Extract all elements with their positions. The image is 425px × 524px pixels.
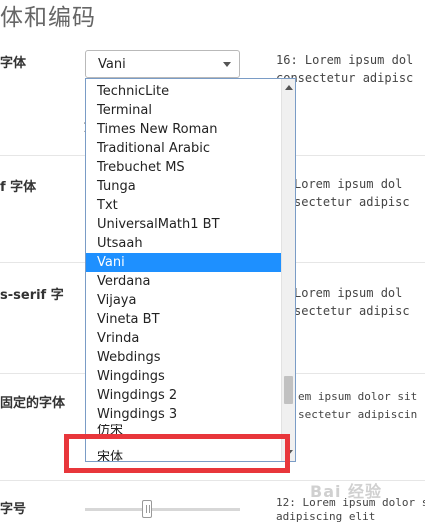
font-option[interactable]: Vrinda	[86, 329, 282, 348]
font-dropdown-list[interactable]: TechnicLite Terminal Times New Roman Tradit…	[85, 78, 296, 462]
font-option[interactable]: Vijaya	[86, 291, 282, 310]
font-option[interactable]: Txt	[86, 196, 282, 215]
font-option[interactable]: TechnicLite	[86, 82, 282, 101]
font-size-label: 字号	[0, 502, 27, 517]
preview-line: 16: Lorem ipsum dol	[276, 53, 414, 67]
serif-font-label: f 字体	[0, 180, 37, 195]
font-option[interactable]: Webdings	[86, 348, 282, 367]
fixed-font-label: 固定的字体	[0, 396, 66, 411]
select-value: Vani	[98, 57, 126, 72]
font-option[interactable]: Times New Roman	[86, 120, 282, 139]
font-option[interactable]: Utsaah	[86, 234, 282, 253]
font-option[interactable]: Vineta BT	[86, 310, 282, 329]
preview-line: sectetur adipisc	[294, 195, 410, 209]
font-option[interactable]: Vani	[86, 253, 282, 272]
font-option[interactable]: Wingdings 2	[86, 386, 282, 405]
fixed-font-preview: em ipsum dolor sit sectetur adipiscin	[298, 388, 425, 424]
dropdown-scrollbar[interactable]	[281, 79, 295, 461]
font-option[interactable]: Trebuchet MS	[86, 158, 282, 177]
scroll-up-icon[interactable]	[285, 85, 293, 90]
standard-font-preview: 16: Lorem ipsum dol consectetur adipisc	[276, 51, 425, 87]
annotation-highlight-box	[64, 434, 290, 473]
sans-serif-font-label: s-serif 字	[0, 288, 64, 303]
font-option-list: TechnicLite Terminal Times New Roman Tradit…	[86, 82, 282, 424]
preview-line: sectetur adipisc	[294, 304, 410, 318]
font-option[interactable]: Tunga	[86, 177, 282, 196]
sans-serif-font-preview: Lorem ipsum dol sectetur adipisc	[294, 284, 425, 320]
preview-line: sectetur adipiscin	[298, 408, 418, 421]
preview-line: Lorem ipsum dol	[294, 177, 403, 191]
preview-line: Lorem ipsum dol	[294, 286, 403, 300]
font-size-slider-track[interactable]	[85, 508, 240, 511]
font-option[interactable]: Wingdings 3	[86, 405, 282, 424]
font-option[interactable]: Terminal	[86, 101, 282, 120]
scrollbar-thumb[interactable]	[284, 376, 293, 404]
page-title: 体和编码	[0, 5, 96, 31]
font-option[interactable]: Verdana	[86, 272, 282, 291]
font-option[interactable]: UniversalMath1 BT	[86, 215, 282, 234]
preview-line: em ipsum dolor sit	[298, 390, 418, 403]
font-size-slider-thumb[interactable]	[142, 500, 152, 518]
serif-font-preview: Lorem ipsum dol sectetur adipisc	[294, 175, 425, 211]
watermark: Bai 经验	[310, 482, 383, 501]
chevron-down-icon	[223, 62, 231, 67]
preview-line: consectetur adipisc	[276, 71, 414, 85]
standard-font-select[interactable]: Vani	[85, 50, 240, 78]
font-option[interactable]: Wingdings	[86, 367, 282, 386]
font-option[interactable]: Traditional Arabic	[86, 139, 282, 158]
standard-font-label: 字体	[0, 56, 27, 71]
